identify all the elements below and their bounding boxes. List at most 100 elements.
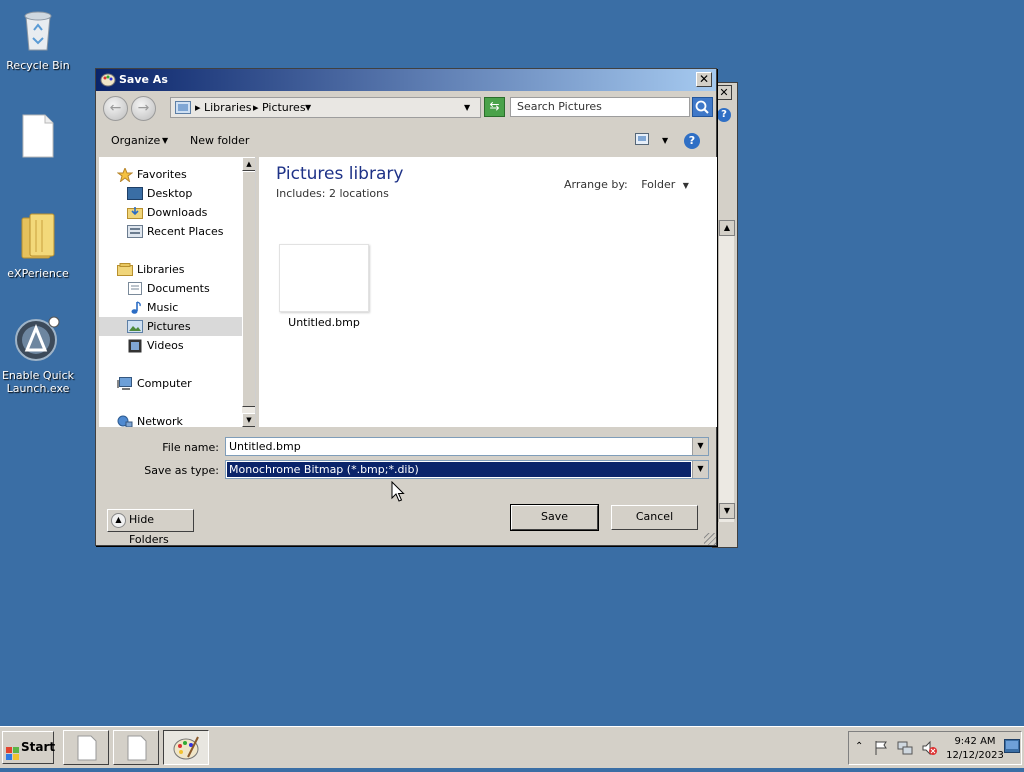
taskbar-paint-button[interactable]: [163, 730, 209, 765]
file-list-pane: Pictures library Includes: 2 locations A…: [259, 157, 717, 427]
nav-pane-scrollbar[interactable]: ▲ ▼: [242, 157, 255, 427]
refresh-button[interactable]: ⇆: [484, 97, 505, 117]
view-options-icon[interactable]: [635, 133, 649, 148]
nav-music[interactable]: Music: [127, 298, 178, 317]
network-icon: [117, 415, 133, 427]
cancel-button[interactable]: Cancel: [611, 505, 698, 530]
file-thumbnail[interactable]: [279, 244, 369, 312]
show-hidden-icons-icon[interactable]: ⌃: [855, 741, 863, 752]
file-name-field[interactable]: Untitled.bmp ▼: [225, 437, 709, 456]
organize-dropdown-icon[interactable]: ▼: [162, 136, 168, 145]
library-title: Pictures library: [276, 164, 404, 184]
hide-folders-button[interactable]: ▲ Hide Folders: [107, 509, 194, 546]
scroll-up-arrow-icon[interactable]: ▲: [719, 220, 735, 236]
search-icon[interactable]: [692, 97, 713, 117]
nav-computer[interactable]: Computer: [117, 374, 192, 393]
desktop-icon-quick-launch[interactable]: Enable Quick Launch.exe: [0, 316, 76, 395]
file-name-dropdown-icon[interactable]: ▼: [692, 438, 708, 455]
volume-muted-icon[interactable]: [921, 740, 937, 759]
save-as-type-label: Save as type:: [144, 464, 219, 477]
nav-desktop[interactable]: Desktop: [127, 184, 192, 203]
taskbar-document-button[interactable]: [63, 730, 109, 765]
includes-label: Includes:: [276, 187, 326, 200]
help-icon[interactable]: ?: [684, 133, 700, 149]
command-toolbar: Organize ▼ New folder ▼ ?: [96, 125, 716, 155]
nav-favorites[interactable]: Favorites: [116, 165, 187, 184]
library-folder-icon: [175, 101, 191, 117]
folder-icon: [0, 212, 76, 263]
desktop-folder-icon: [127, 187, 143, 201]
background-window-close-button[interactable]: ✕: [716, 85, 732, 100]
clock[interactable]: 9:42 AM 12/12/2023: [944, 735, 1006, 763]
library-includes: Includes: 2 locations: [276, 187, 389, 200]
nav-network[interactable]: Network: [117, 412, 183, 427]
downloads-folder-icon: [127, 206, 143, 220]
network-tray-icon[interactable]: [897, 740, 913, 759]
nav-videos[interactable]: Videos: [127, 336, 184, 355]
forward-button[interactable]: →: [131, 96, 156, 121]
taskbar-document-button-2[interactable]: [113, 730, 159, 765]
paint-app-icon: [100, 72, 116, 88]
save-button[interactable]: Save: [510, 504, 599, 531]
address-bar-row: ← → ▸ Libraries ▸ Pictures ▼ ▼ ⇆ Search …: [96, 91, 716, 125]
recycle-bin-icon: [0, 8, 76, 55]
scroll-up-arrow-icon[interactable]: ▲: [242, 157, 255, 171]
nav-label: Computer: [137, 377, 192, 390]
includes-locations-link[interactable]: 2 locations: [329, 187, 389, 200]
dialog-title: Save As: [119, 73, 168, 86]
breadcrumb-pictures[interactable]: Pictures: [262, 101, 306, 114]
arrange-dropdown-icon[interactable]: ▼: [683, 181, 689, 190]
show-desktop-icon[interactable]: [1004, 739, 1020, 756]
desktop-icon-recycle-bin[interactable]: Recycle Bin: [0, 8, 76, 72]
save-as-dialog: Save As ✕ ← → ▸ Libraries ▸ Pictures ▼ ▼…: [95, 68, 717, 546]
breadcrumb-libraries[interactable]: Libraries: [204, 101, 252, 114]
nav-label: Recent Places: [147, 225, 224, 238]
scroll-down-arrow-icon[interactable]: ▼: [242, 413, 255, 427]
save-as-type-select[interactable]: Monochrome Bitmap (*.bmp;*.dib) ▼: [225, 460, 709, 479]
nav-label: Videos: [147, 339, 184, 352]
background-scrollbar[interactable]: ▲ ▼: [718, 220, 735, 522]
save-as-type-value: Monochrome Bitmap (*.bmp;*.dib): [227, 462, 691, 477]
system-tray: ⌃ 9:42 AM 12/12/2023: [848, 731, 1022, 765]
document-icon: [77, 735, 97, 761]
desktop-icon-label: Enable Quick Launch.exe: [1, 369, 75, 395]
scroll-thumb[interactable]: [242, 171, 255, 407]
close-button[interactable]: ✕: [696, 72, 712, 87]
nav-label: Network: [137, 415, 183, 427]
nav-label: Desktop: [147, 187, 193, 200]
view-dropdown-icon[interactable]: ▼: [662, 136, 668, 145]
paint-palette-icon: [173, 736, 199, 760]
desktop-icon-document[interactable]: [0, 114, 76, 165]
resize-grip[interactable]: [704, 533, 716, 545]
back-button[interactable]: ←: [103, 96, 128, 121]
computer-icon: [117, 377, 133, 391]
nav-pictures[interactable]: Pictures: [99, 317, 242, 336]
search-input[interactable]: Search Pictures: [510, 97, 690, 117]
address-bar[interactable]: ▸ Libraries ▸ Pictures ▼ ▼: [170, 97, 481, 118]
clock-date: 12/12/2023: [946, 750, 1004, 761]
arrange-by-value[interactable]: Folder: [641, 178, 675, 191]
action-center-flag-icon[interactable]: [873, 740, 889, 759]
nav-libraries[interactable]: Libraries: [117, 260, 185, 279]
breadcrumb-separator-icon: ▸: [253, 101, 259, 114]
navigation-pane: Favorites Desktop Downloads Recent Place…: [99, 157, 256, 427]
breadcrumb-dropdown-icon[interactable]: ▼: [305, 103, 311, 112]
nav-label: Documents: [147, 282, 210, 295]
desktop-icon-experience[interactable]: eXPerience: [0, 212, 76, 280]
nav-downloads[interactable]: Downloads: [127, 203, 207, 222]
nav-documents[interactable]: Documents: [127, 279, 210, 298]
organize-menu[interactable]: Organize: [111, 134, 160, 147]
taskbar: Start ⌃ 9:42 AM 12/12/2023: [0, 726, 1024, 768]
address-history-dropdown-icon[interactable]: ▼: [464, 103, 470, 112]
scroll-down-arrow-icon[interactable]: ▼: [719, 503, 735, 519]
nav-label: Music: [147, 301, 179, 314]
dialog-titlebar[interactable]: Save As ✕: [96, 69, 716, 91]
file-name-label[interactable]: Untitled.bmp: [279, 316, 369, 329]
save-as-type-dropdown-icon[interactable]: ▼: [692, 461, 708, 478]
new-folder-button[interactable]: New folder: [190, 134, 249, 147]
libraries-icon: [117, 263, 133, 277]
start-button[interactable]: Start: [2, 731, 55, 764]
recent-places-icon: [127, 225, 143, 239]
nav-recent-places[interactable]: Recent Places: [127, 222, 224, 241]
background-help-icon[interactable]: ?: [717, 108, 731, 122]
